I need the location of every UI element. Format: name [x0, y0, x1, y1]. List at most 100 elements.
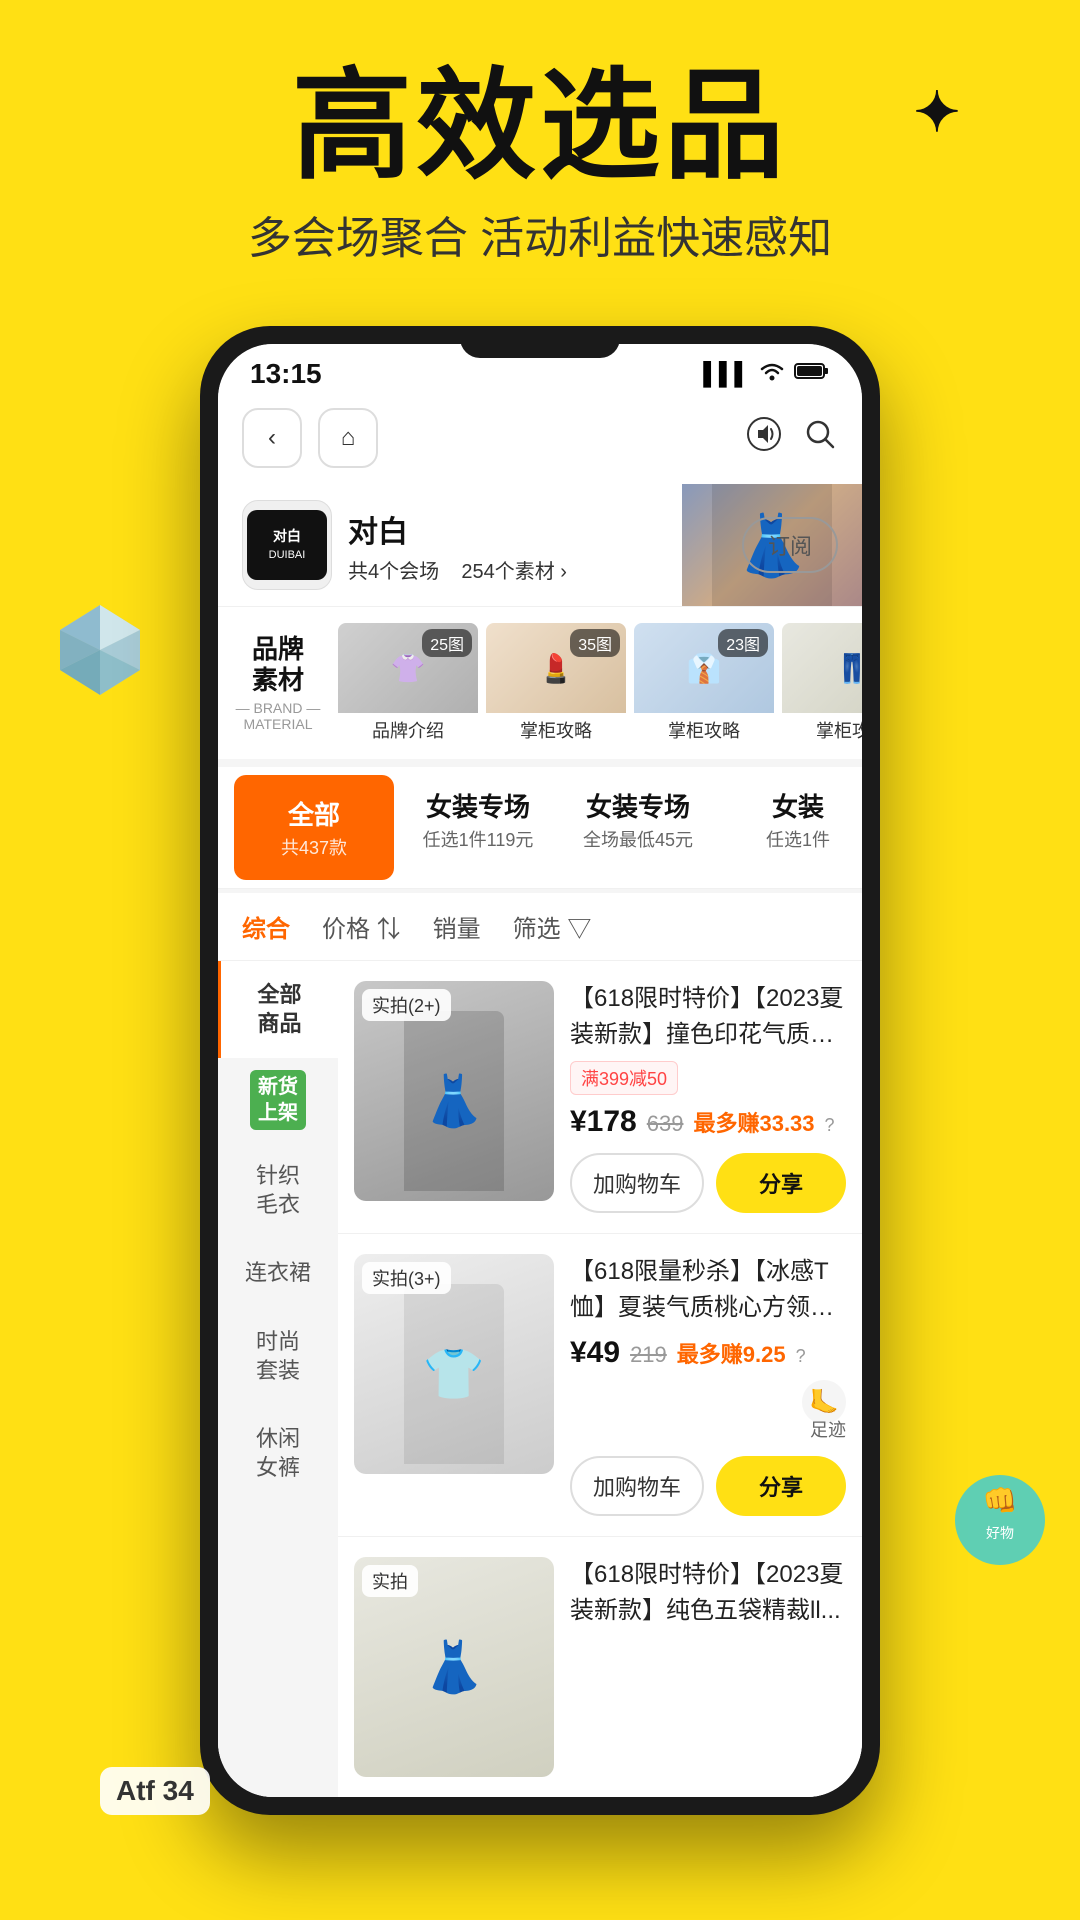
- earn-help-icon-1[interactable]: ?: [825, 1115, 835, 1136]
- search-icon[interactable]: [802, 416, 838, 460]
- brand-label-cn: 品牌素材: [234, 634, 322, 696]
- cat-tab-all-sub: 共437款: [250, 834, 378, 860]
- cat-tab-all[interactable]: 全部 共437款: [234, 775, 394, 880]
- product-info-1: 【618限时特价】【2023夏装新款】撞色印花气质开... 满399减50 ¥1…: [570, 981, 846, 1213]
- brand-count-2: 35图: [570, 629, 620, 657]
- product-image-1: 👗 实拍(2+): [354, 981, 554, 1201]
- nav-right: [746, 416, 838, 460]
- back-button[interactable]: ‹: [242, 408, 302, 468]
- brand-item-label-2: 掌柜攻略: [486, 713, 626, 743]
- cat-tab-womens-1-sub: 任选1件119元: [414, 826, 542, 852]
- price-earn-2: 最多赚9.25: [677, 1337, 786, 1369]
- price-row-1: ¥178 639 最多赚33.33 ?: [570, 1105, 846, 1139]
- cat-tab-all-name: 全部: [250, 795, 378, 832]
- store-logo-inner: 对白DUIBAI: [247, 510, 327, 580]
- cat-tab-womens-3-name: 女装: [734, 787, 862, 824]
- speaker-icon[interactable]: [746, 416, 782, 460]
- brand-item-3[interactable]: 👔 23图 掌柜攻略: [634, 623, 774, 743]
- product-title-1: 【618限时特价】【2023夏装新款】撞色印花气质开...: [570, 981, 846, 1053]
- subscribe-button[interactable]: 订阅: [742, 517, 838, 573]
- brand-item-label-1: 品牌介绍: [338, 713, 478, 743]
- sidebar-item-suit[interactable]: 时尚套装: [218, 1308, 338, 1405]
- share-button-1[interactable]: 分享: [716, 1153, 846, 1213]
- product-title-2: 【618限量秒杀】【冰感T恤】夏装气质桃心方领纯...: [570, 1254, 846, 1326]
- sidebar-item-knit[interactable]: 针织毛衣: [218, 1142, 338, 1239]
- filter-bar: 综合 价格 ⇅ 销量 筛选 ▽: [218, 893, 862, 961]
- cat-tab-womens-3[interactable]: 女装 任选1件: [718, 767, 862, 888]
- share-button-2[interactable]: 分享: [716, 1456, 846, 1516]
- brand-item-label-3: 掌柜攻略: [634, 713, 774, 743]
- store-logo: 对白DUIBAI: [242, 500, 332, 590]
- brand-item-4[interactable]: 👖 2+ 掌柜攻略: [782, 623, 862, 743]
- store-name: 对白: [348, 507, 567, 551]
- nav-bar: ‹ ⌂: [218, 398, 862, 484]
- earn-help-icon-2[interactable]: ?: [796, 1346, 806, 1367]
- brand-item-label-4: 掌柜攻略: [782, 713, 862, 743]
- store-header: 👗 对白DUIBAI 对白 共4个会场: [218, 484, 862, 606]
- brand-count-3: 23图: [718, 629, 768, 657]
- filter-screen[interactable]: 筛选 ▽: [513, 909, 592, 944]
- sidebar-item-all[interactable]: 全部商品: [218, 961, 338, 1058]
- footprint-text: 足迹: [570, 1416, 846, 1442]
- store-meta: 共4个会场 254个素材 ›: [348, 555, 567, 584]
- action-row-1: 加购物车 分享: [570, 1153, 846, 1213]
- main-content: 全部商品 新货上架 针织毛衣 连衣裙 时尚套装 休闲女裤: [218, 961, 862, 1797]
- brand-label-en: — BRAND —MATERIAL: [234, 700, 322, 732]
- brand-count-1: 25图: [422, 629, 472, 657]
- status-icons: ▌▌▌: [703, 360, 830, 388]
- cat-tab-womens-3-sub: 任选1件: [734, 826, 862, 852]
- nav-left: ‹ ⌂: [242, 408, 378, 468]
- add-to-cart-button-1[interactable]: 加购物车: [570, 1153, 704, 1213]
- phone-screen: 13:15 ▌▌▌ ‹ ⌂: [218, 344, 862, 1797]
- product-list: 👗 实拍(2+) 【618限时特价】【2023夏装新款】撞色印花气质开... 满…: [338, 961, 862, 1797]
- filter-price[interactable]: 价格 ⇅: [322, 909, 401, 944]
- price-earn-1: 最多赚33.33: [693, 1106, 814, 1138]
- price-original-2: 219: [630, 1342, 667, 1368]
- product-badge-2: 实拍(3+): [362, 1262, 451, 1294]
- brand-material-row: 品牌素材 — BRAND —MATERIAL 👚 25图 品牌介绍 💄: [218, 606, 862, 759]
- product-info-2: 【618限量秒杀】【冰感T恤】夏装气质桃心方领纯... ¥49 219 最多赚9…: [570, 1254, 846, 1516]
- brand-label: 品牌素材 — BRAND —MATERIAL: [218, 634, 338, 732]
- price-row-2: ¥49 219 最多赚9.25 ? 🦶: [570, 1336, 846, 1424]
- product-item-2: 👕 实拍(3+) 【618限量秒杀】【冰感T恤】夏装气质桃心方领纯... ¥49…: [338, 1234, 862, 1537]
- sidebar-item-pants[interactable]: 休闲女裤: [218, 1405, 338, 1502]
- sparkle-icon: ✦: [914, 80, 960, 144]
- filter-sales[interactable]: 销量: [433, 909, 481, 944]
- battery-icon: [794, 361, 830, 387]
- promo-tag-1: 满399减50: [570, 1061, 678, 1095]
- filter-comprehensive[interactable]: 综合: [242, 909, 290, 944]
- phone-wrapper: 13:15 ▌▌▌ ‹ ⌂: [0, 326, 1080, 1815]
- sidebar-item-new[interactable]: 新货上架: [218, 1058, 338, 1142]
- phone-frame: 13:15 ▌▌▌ ‹ ⌂: [200, 326, 880, 1815]
- brand-item-2[interactable]: 💄 35图 掌柜攻略: [486, 623, 626, 743]
- category-tabs: 全部 共437款 女装专场 任选1件119元 女装专场 全场最低45元 女装 任…: [218, 767, 862, 889]
- hero-title: 高效选品: [40, 60, 1040, 192]
- store-info: 对白DUIBAI 对白 共4个会场 254个素材 ›: [242, 500, 567, 590]
- price-current-1: ¥178: [570, 1105, 637, 1139]
- hero-subtitle: 多会场聚合 活动利益快速感知: [40, 202, 1040, 266]
- product-item-3: 👗 实拍 【618限时特价】【2023夏装新款】纯色五袋精裁ll...: [338, 1537, 862, 1797]
- atf-badge: Atf 34: [100, 1767, 210, 1815]
- product-item-1: 👗 实拍(2+) 【618限时特价】【2023夏装新款】撞色印花气质开... 满…: [338, 961, 862, 1234]
- cat-tab-womens-1-name: 女装专场: [414, 787, 542, 824]
- footprint-label: 🦶: [809, 1388, 839, 1417]
- product-badge-3: 实拍: [362, 1565, 418, 1597]
- brand-items: 👚 25图 品牌介绍 💄 35图 掌柜攻略 👔 23图: [338, 623, 862, 743]
- cat-tab-womens-1[interactable]: 女装专场 任选1件119元: [398, 767, 558, 888]
- product-badge-1: 实拍(2+): [362, 989, 451, 1021]
- product-title-3: 【618限时特价】【2023夏装新款】纯色五袋精裁ll...: [570, 1557, 846, 1629]
- status-time: 13:15: [250, 358, 322, 390]
- price-current-2: ¥49: [570, 1336, 620, 1370]
- hero-section: 高效选品 多会场聚合 活动利益快速感知 ✦: [0, 0, 1080, 286]
- home-button[interactable]: ⌂: [318, 408, 378, 468]
- price-original-1: 639: [647, 1111, 684, 1137]
- svg-text:好物: 好物: [986, 1525, 1014, 1541]
- add-to-cart-button-2[interactable]: 加购物车: [570, 1456, 704, 1516]
- signal-icon: ▌▌▌: [703, 361, 750, 387]
- action-row-2: 加购物车 分享: [570, 1456, 846, 1516]
- sidebar-item-dress[interactable]: 连衣裙: [218, 1239, 338, 1308]
- stamp-badge-decoration: 👊 好物: [950, 1470, 1050, 1575]
- brand-item-1[interactable]: 👚 25图 品牌介绍: [338, 623, 478, 743]
- product-image-2: 👕 实拍(3+): [354, 1254, 554, 1474]
- cat-tab-womens-2[interactable]: 女装专场 全场最低45元: [558, 767, 718, 888]
